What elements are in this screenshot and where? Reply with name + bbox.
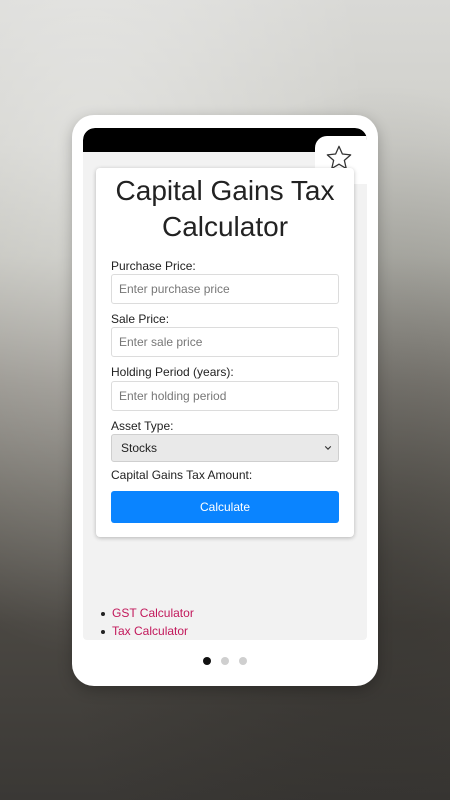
result-label: Capital Gains Tax Amount: xyxy=(111,468,253,482)
tax-calculator-link[interactable]: Tax Calculator xyxy=(112,624,188,638)
sale-price-input[interactable]: Enter sale price xyxy=(111,327,339,357)
page-title: Capital Gains Tax Calculator xyxy=(96,173,354,245)
holding-period-input[interactable]: Enter holding period xyxy=(111,381,339,411)
page-dot-1[interactable] xyxy=(203,657,211,665)
page-indicator xyxy=(72,652,378,670)
title-line-2: Calculator xyxy=(161,211,289,242)
sale-price-label: Sale Price: xyxy=(111,312,170,326)
purchase-price-input[interactable]: Enter purchase price xyxy=(111,274,339,304)
holding-period-placeholder: Enter holding period xyxy=(119,389,227,403)
asset-type-label: Asset Type: xyxy=(111,419,174,433)
calculator-panel: Capital Gains Tax Calculator Purchase Pr… xyxy=(96,168,354,537)
purchase-price-placeholder: Enter purchase price xyxy=(119,282,230,296)
screenshot-card: Capital Gains Tax Calculator Purchase Pr… xyxy=(72,115,378,686)
page-dot-2[interactable] xyxy=(221,657,229,665)
sale-price-placeholder: Enter sale price xyxy=(119,335,203,349)
purchase-price-label: Purchase Price: xyxy=(111,259,196,273)
chevron-down-icon xyxy=(324,446,332,450)
page-dot-3[interactable] xyxy=(239,657,247,665)
calculate-button[interactable]: Calculate xyxy=(111,491,339,523)
holding-period-label: Holding Period (years): xyxy=(111,365,234,379)
asset-type-select[interactable]: Stocks xyxy=(111,434,339,462)
app-screen: Capital Gains Tax Calculator Purchase Pr… xyxy=(83,128,367,640)
asset-type-selected: Stocks xyxy=(121,441,158,455)
bullet xyxy=(101,630,105,634)
gst-calculator-link[interactable]: GST Calculator xyxy=(112,606,194,620)
bullet xyxy=(101,612,105,616)
title-line-1: Capital Gains Tax xyxy=(115,175,335,206)
